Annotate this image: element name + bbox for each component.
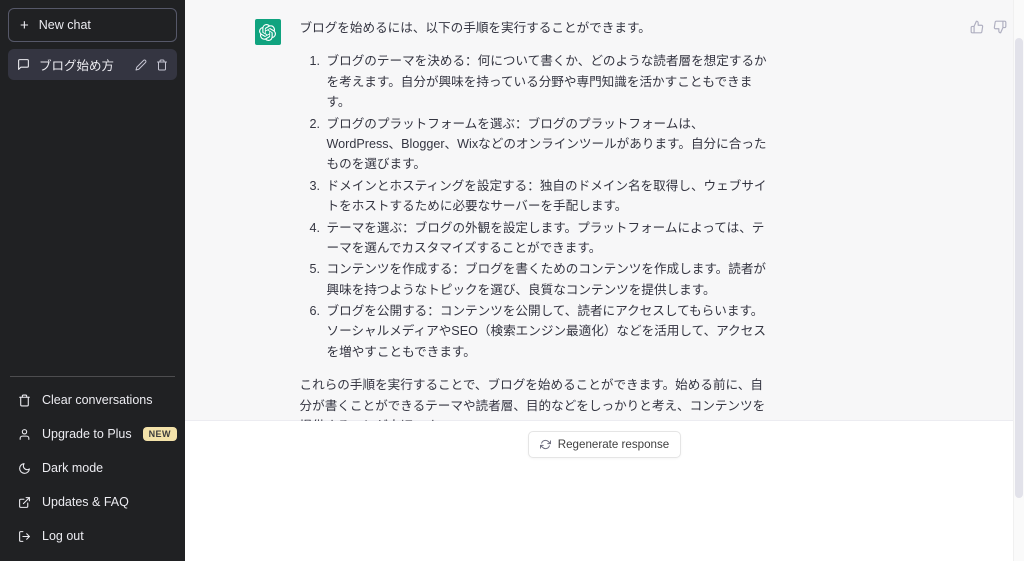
- conversation-item-blog[interactable]: ブログ始め方: [8, 49, 177, 80]
- sidebar-item-updates-faq[interactable]: Updates & FAQ: [8, 485, 177, 519]
- trash-icon[interactable]: [156, 59, 168, 71]
- openai-logo-icon: [259, 23, 276, 41]
- plus-icon: +: [20, 16, 29, 34]
- list-item: テーマを選ぶ：ブログの外観を設定します。プラットフォームによっては、テーマを選ん…: [324, 218, 775, 259]
- pencil-icon[interactable]: [135, 59, 147, 71]
- conversation-actions: [135, 59, 168, 71]
- message-intro: ブログを始めるには、以下の手順を実行することができます。: [299, 21, 651, 35]
- sidebar-divider: [10, 376, 175, 377]
- thumbs-up-icon[interactable]: [970, 20, 984, 34]
- sidebar-item-label: Dark mode: [42, 461, 104, 475]
- steps-list: ブログのテーマを決める：何について書くか、どのような読者層を想定するかを考えます…: [300, 51, 775, 362]
- chatgpt-app: + New chat ブログ始め方 Clear conversations Up…: [0, 0, 1024, 561]
- regenerate-response-button[interactable]: Regenerate response: [527, 431, 682, 458]
- sidebar-item-clear-conversations[interactable]: Clear conversations: [8, 383, 177, 417]
- regenerate-row: Regenerate response: [185, 431, 1024, 458]
- trash-icon: [18, 394, 31, 407]
- list-item: ブログのテーマを決める：何について書くか、どのような読者層を想定するかを考えます…: [324, 51, 775, 112]
- sidebar-item-upgrade-to-plus[interactable]: Upgrade to Plus NEW: [8, 417, 177, 451]
- list-item: ブログを公開する：コンテンツを公開して、読者にアクセスしてもらいます。ソーシャル…: [324, 301, 775, 362]
- list-item: ブログのプラットフォームを選ぶ：ブログのプラットフォームは、WordPress、…: [324, 114, 775, 175]
- list-item: ドメインとホスティングを設定する：独自のドメイン名を取得し、ウェブサイトをホスト…: [324, 176, 775, 217]
- message-feedback-actions: [970, 20, 1007, 34]
- sidebar-item-label: Upgrade to Plus: [42, 427, 132, 441]
- new-chat-label: New chat: [38, 18, 91, 32]
- user-icon: [18, 428, 31, 441]
- refresh-icon: [539, 439, 551, 450]
- sidebar: + New chat ブログ始め方 Clear conversations Up…: [0, 0, 185, 561]
- main-panel: ブログを始めるには、以下の手順を実行することができます。 ブログのテーマを決める…: [185, 0, 1024, 561]
- conversation-thread: ブログを始めるには、以下の手順を実行することができます。 ブログのテーマを決める…: [185, 0, 1024, 433]
- avatar: [254, 19, 281, 45]
- sidebar-item-label: Log out: [42, 529, 84, 543]
- sidebar-item-log-out[interactable]: Log out: [8, 519, 177, 553]
- sidebar-item-label: Clear conversations: [42, 393, 153, 407]
- external-link-icon: [18, 496, 31, 509]
- logout-icon: [18, 530, 31, 543]
- conversation-title: ブログ始め方: [39, 59, 115, 73]
- list-item: コンテンツを作成する：ブログを書くためのコンテンツを作成します。読者が興味を持つ…: [324, 259, 775, 300]
- sidebar-item-dark-mode[interactable]: Dark mode: [8, 451, 177, 485]
- moon-icon: [18, 462, 31, 475]
- status-badge: NEW: [142, 427, 177, 441]
- page-scrollbar-thumb[interactable]: [1015, 38, 1023, 498]
- new-chat-button[interactable]: + New chat: [8, 8, 177, 42]
- message-content: ブログを始めるには、以下の手順を実行することができます。 ブログのテーマを決める…: [300, 18, 775, 449]
- conversation-list: ブログ始め方: [8, 49, 177, 80]
- regenerate-label: Regenerate response: [557, 438, 670, 451]
- message-icon: [17, 58, 30, 71]
- message-inner: ブログを始めるには、以下の手順を実行することができます。 ブログのテーマを決める…: [254, 18, 1006, 449]
- composer-area: Regenerate response ChatGPT Mar 14 Versi…: [185, 421, 1024, 561]
- assistant-message: ブログを始めるには、以下の手順を実行することができます。 ブログのテーマを決める…: [185, 0, 1024, 433]
- page-scrollbar[interactable]: [1013, 0, 1024, 561]
- thumbs-down-icon[interactable]: [993, 20, 1007, 34]
- sidebar-item-label: Updates & FAQ: [42, 495, 129, 509]
